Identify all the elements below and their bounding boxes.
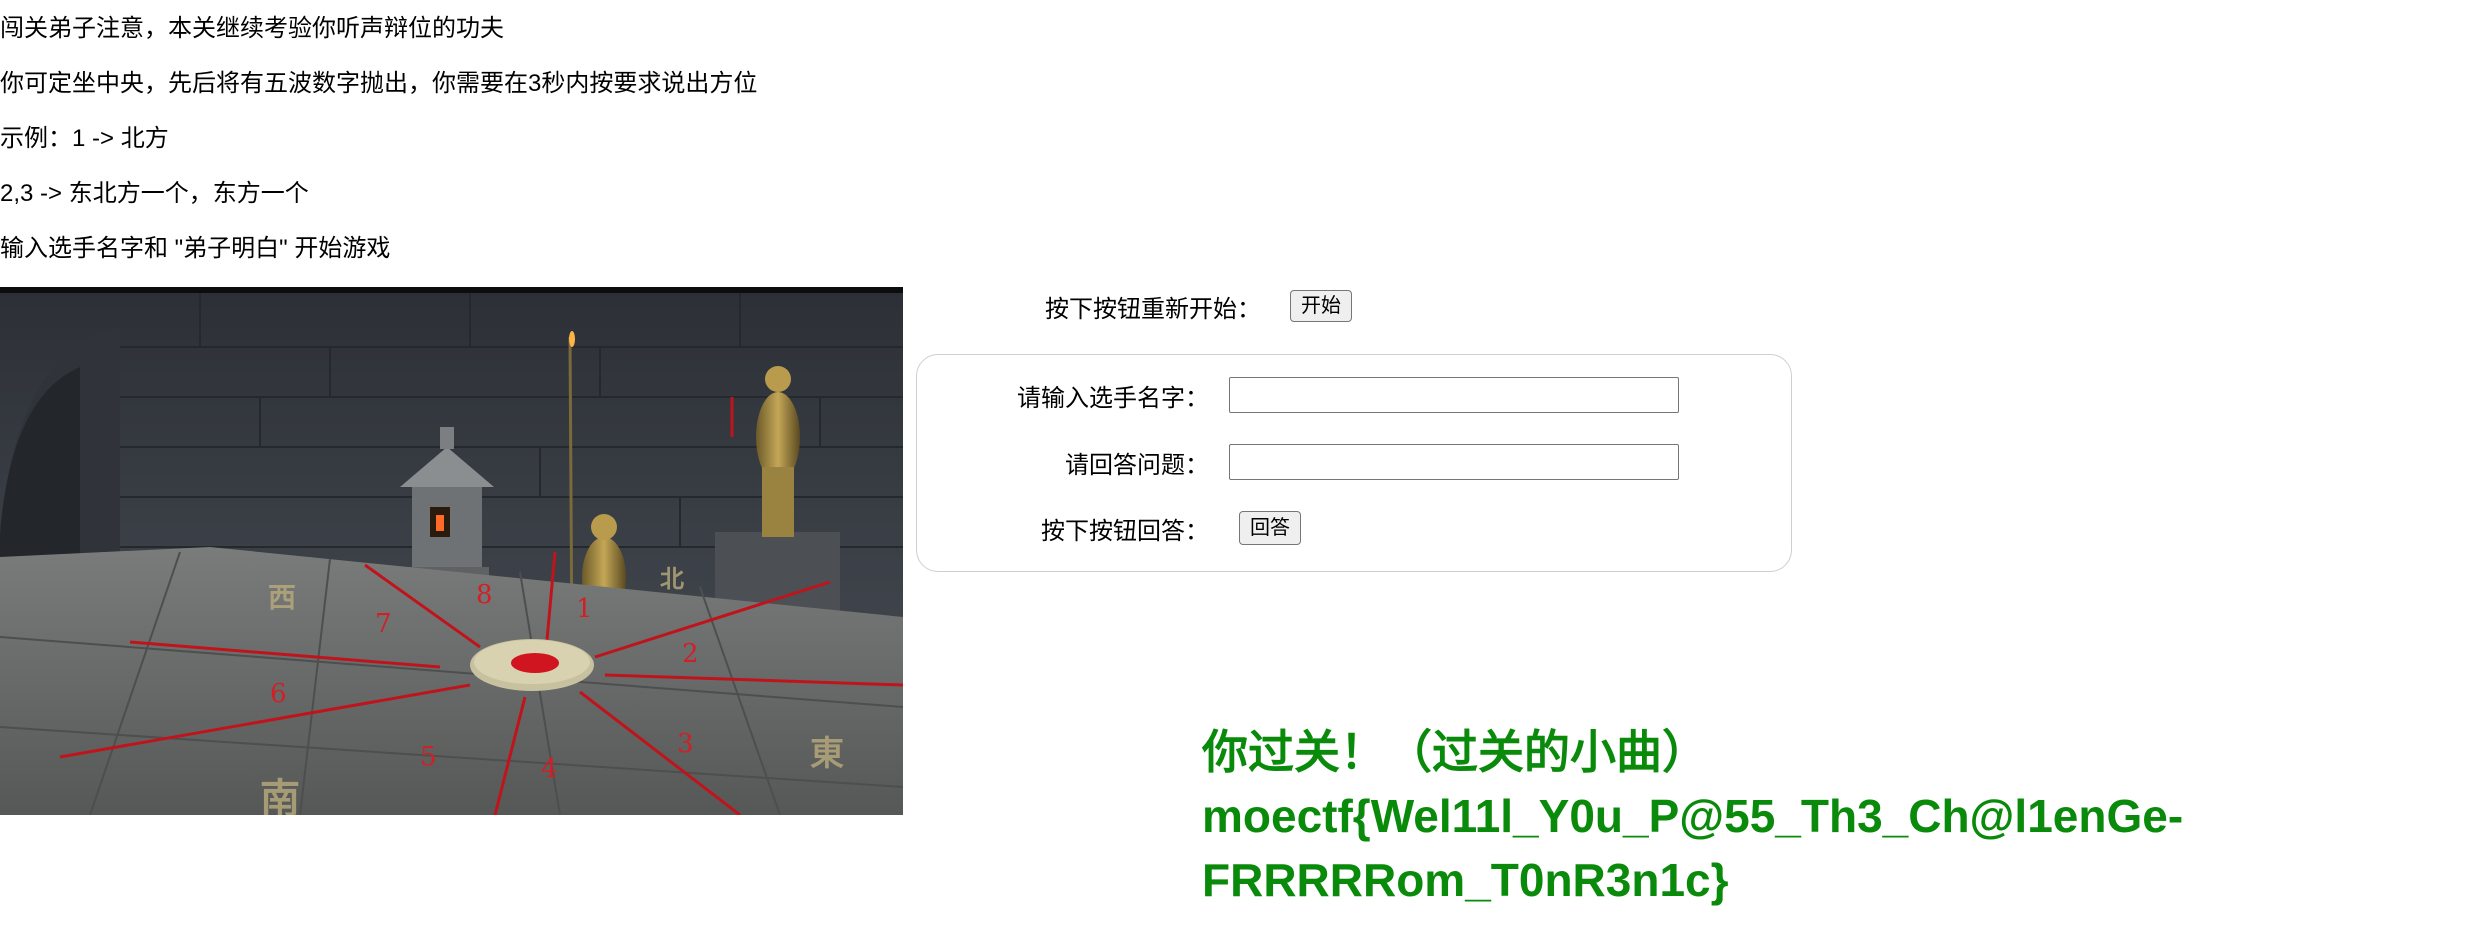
submit-label: 按下按钮回答： <box>1041 517 1209 545</box>
game-scene-image: 西 東 北 南 1 2 3 4 5 6 7 8 <box>0 287 903 815</box>
intro-line-2: 你可定坐中央，先后将有五波数字抛出，你需要在3秒内按要求说出方位 <box>0 70 758 97</box>
direction-number-5: 5 <box>420 742 437 772</box>
intro-line-3: 示例：1 -> 北方 <box>0 125 169 152</box>
direction-number-6: 6 <box>270 679 287 709</box>
answer-row: 请回答问题： <box>917 442 1791 482</box>
floor-glyph-west: 西 <box>268 581 296 614</box>
direction-number-1: 1 <box>576 594 593 624</box>
floor-glyph-north: 北 <box>660 564 684 593</box>
direction-number-8: 8 <box>476 580 493 610</box>
intro-line-4: 2,3 -> 东北方一个，东方一个 <box>0 180 309 207</box>
name-row: 请输入选手名字： <box>917 375 1791 415</box>
answer-label: 请回答问题： <box>1065 451 1209 479</box>
flag-line-1: moectf{Wel11l_Y0u_P@55_Th3_Ch@l1enGe- <box>1202 790 2184 842</box>
answer-form: 请输入选手名字： 请回答问题： 按下按钮回答： 回答 <box>916 354 1792 572</box>
submit-row: 按下按钮回答： 回答 <box>917 508 1791 548</box>
direction-number-3: 3 <box>677 729 694 759</box>
name-label: 请输入选手名字： <box>1017 384 1209 412</box>
start-button[interactable]: 开始 <box>1290 290 1352 322</box>
intro-line-5: 输入选手名字和 "弟子明白" 开始游戏 <box>0 235 391 262</box>
flag-line-2: FRRRRRom_T0nR3n1c} <box>1202 854 1729 906</box>
answer-input[interactable] <box>1229 444 1679 480</box>
floor-glyph-south: 南 <box>260 775 300 815</box>
answer-button[interactable]: 回答 <box>1239 511 1301 545</box>
direction-number-4: 4 <box>541 754 558 784</box>
floor-glyph-east: 東 <box>810 734 844 774</box>
success-message: 你过关！（过关的小曲） moectf{Wel11l_Y0u_P@55_Th3_C… <box>1202 720 2432 912</box>
direction-number-7: 7 <box>375 609 392 639</box>
restart-row: 按下按钮重新开始： 开始 <box>1045 288 1352 324</box>
player-name-input[interactable] <box>1229 377 1679 413</box>
pass-message: 你过关！（过关的小曲） <box>1202 726 1708 778</box>
restart-label: 按下按钮重新开始： <box>1045 295 1261 323</box>
direction-number-2: 2 <box>682 639 699 669</box>
intro-line-1: 闯关弟子注意，本关继续考验你听声辩位的功夫 <box>0 15 504 42</box>
